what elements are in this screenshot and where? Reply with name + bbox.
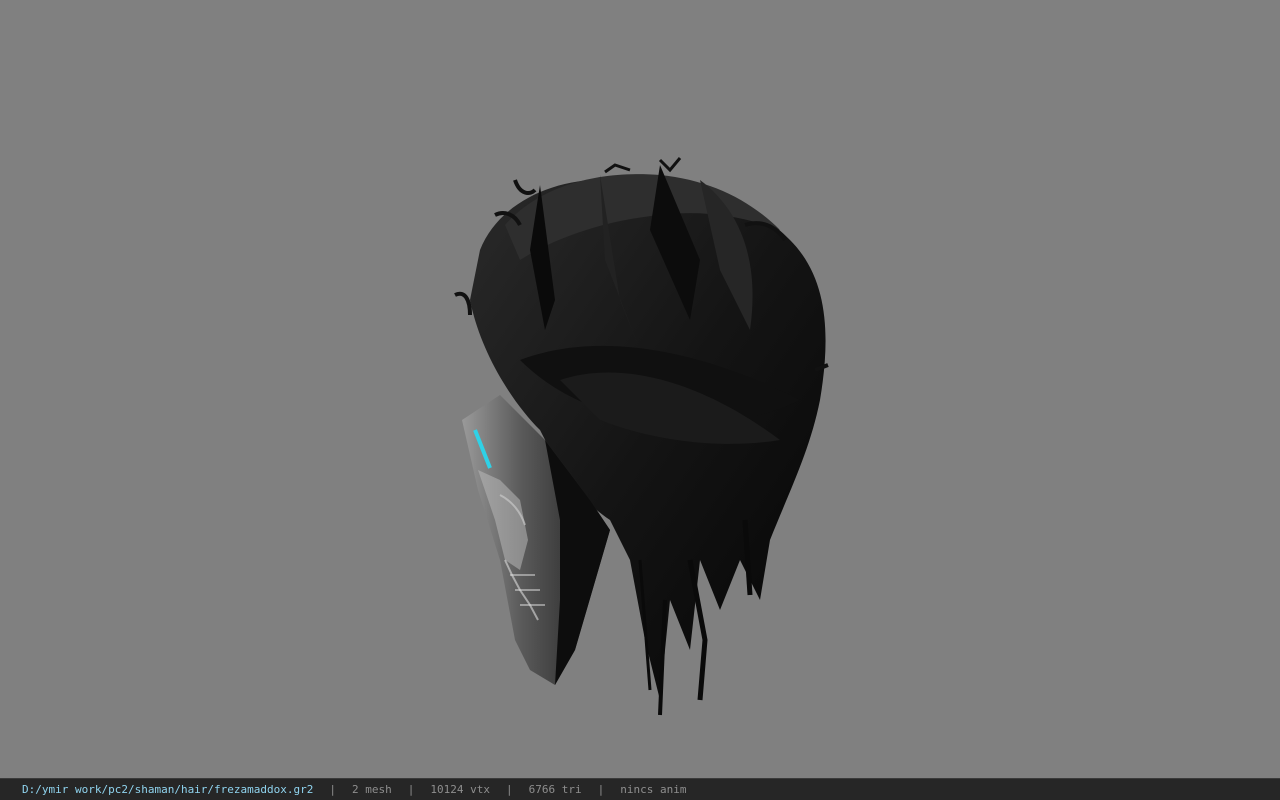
status-bar: D:/ymir work/pc2/shaman/hair/frezamaddox…: [0, 778, 1280, 800]
separator: |: [329, 783, 337, 796]
vertex-count: 10124 vtx: [430, 783, 491, 796]
3d-viewport[interactable]: [0, 0, 1280, 778]
triangle-count: 6766 tri: [528, 783, 582, 796]
animation-status: nincs anim: [620, 783, 687, 796]
separator: |: [407, 783, 415, 796]
model-render[interactable]: [0, 0, 1280, 778]
file-path: D:/ymir work/pc2/shaman/hair/frezamaddox…: [22, 783, 314, 796]
mesh-count: 2 mesh: [352, 783, 392, 796]
separator: |: [506, 783, 513, 796]
separator: |: [597, 783, 605, 796]
